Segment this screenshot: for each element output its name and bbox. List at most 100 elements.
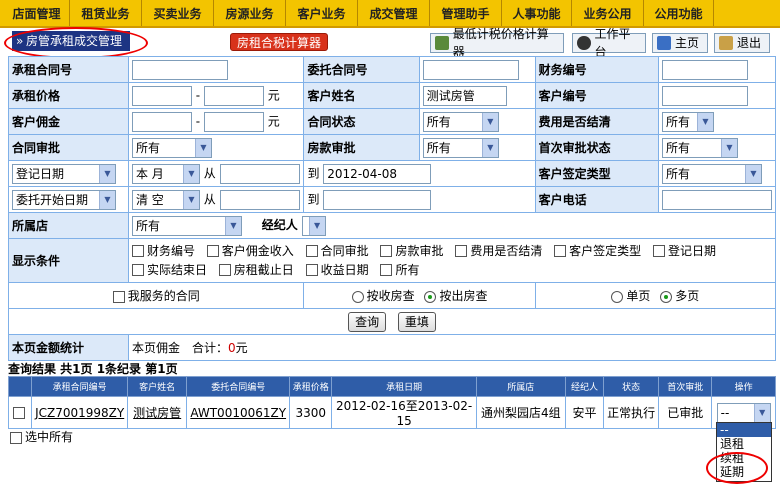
checkbox-all[interactable]: 所有 (380, 261, 419, 280)
workbench-button[interactable]: 工作平台 (572, 27, 646, 59)
entrust-date-type-select[interactable]: 委托开始日期 ▼ (12, 189, 116, 210)
query-button[interactable]: 查询 (348, 311, 387, 332)
customer-name-label: 客户姓名 (303, 82, 420, 109)
price-dash: - (195, 88, 201, 102)
select-all-option[interactable]: 选中所有 (10, 428, 73, 445)
col-store: 所属店 (475, 376, 566, 397)
entrust-date-to-input[interactable] (323, 189, 432, 210)
home-button[interactable]: 主页 (652, 33, 708, 53)
my-contracts-option[interactable]: 我服务的合同 (7, 282, 305, 309)
customer-name-input[interactable]: 测试房管 (422, 85, 507, 106)
commission-unit: 元 (267, 114, 280, 128)
checkbox-contract-review[interactable]: 合同审批 (305, 242, 369, 261)
chevron-down-icon: ▼ (481, 138, 498, 157)
price-unit: 元 (267, 88, 280, 102)
nav-item-lease[interactable]: 租赁业务 (70, 0, 142, 26)
checkbox-register-date[interactable]: 登记日期 (653, 242, 716, 261)
nav-item-hr[interactable]: 人事功能 (502, 0, 572, 26)
payment-review-label: 房款审批 (303, 134, 420, 161)
col-operation: 操作 (711, 376, 776, 397)
lease-price-max-input[interactable] (203, 85, 264, 106)
nav-item-common-business[interactable]: 业务公用 (572, 0, 644, 26)
first-review-status-select[interactable]: 所有 ▼ (661, 137, 738, 158)
entrust-from-label: 从 (203, 192, 216, 206)
reset-button[interactable]: 重填 (397, 311, 436, 332)
lease-contract-no-input[interactable] (131, 59, 228, 80)
chevron-down-icon: ▼ (99, 164, 115, 183)
fee-settled-select[interactable]: 所有 ▼ (661, 111, 714, 132)
highlight-oval-extend (706, 452, 768, 484)
entrust-no-link[interactable]: AWT0010061ZY (190, 406, 286, 420)
contract-review-label: 合同审批 (8, 134, 129, 161)
results-table: 承租合同编号 客户姓名 委托合同编号 承租价格 承租日期 所属店 经纪人 状态 … (7, 376, 776, 429)
customer-phone-input[interactable] (661, 189, 772, 210)
chevron-down-icon: ▼ (182, 190, 199, 209)
chevron-down-icon: ▼ (99, 190, 115, 209)
commission-max-input[interactable] (203, 111, 264, 132)
date-from-input[interactable] (219, 163, 300, 184)
row-checkbox[interactable] (12, 407, 25, 419)
checkbox-finance-no[interactable]: 财务编号 (131, 242, 195, 261)
date-to-input[interactable]: 2012-04-08 (323, 163, 432, 184)
lease-no-link[interactable]: JCZ7001998ZY (35, 406, 124, 420)
nav-item-assistant[interactable]: 管理助手 (430, 0, 502, 26)
checkbox-income-date[interactable]: 收益日期 (305, 261, 369, 280)
option-terminate[interactable]: 退租 (717, 437, 771, 451)
nav-item-customer[interactable]: 客户业务 (286, 0, 358, 26)
finance-no-input[interactable] (661, 59, 748, 80)
entrust-date-from-input[interactable] (219, 189, 300, 210)
checkbox-sign-type[interactable]: 客户签定类型 (554, 242, 641, 261)
date-type-select[interactable]: 登记日期 ▼ (12, 163, 116, 184)
col-dates: 承租日期 (331, 376, 477, 397)
tax-calculator-button[interactable]: 房租合税计算器 (230, 33, 329, 51)
contract-review-select[interactable]: 所有 ▼ (131, 137, 212, 158)
page-total-label: 本页金额统计 (8, 334, 129, 361)
nav-item-store[interactable]: 店面管理 (0, 0, 70, 26)
radio-by-out[interactable]: 按出房查 (424, 289, 487, 303)
chevron-down-icon: ▼ (182, 164, 199, 183)
period-select[interactable]: 本 月 ▼ (131, 163, 200, 184)
nav-item-property[interactable]: 房源业务 (214, 0, 286, 26)
col-lease-no: 承租合同编号 (31, 376, 128, 397)
chevron-down-icon: ▼ (224, 216, 241, 235)
agent-label: 经纪人 (261, 218, 298, 232)
store-select[interactable]: 所有 ▼ (131, 215, 242, 236)
radio-by-receive[interactable]: 按收房查 (351, 289, 415, 303)
nav-item-deal[interactable]: 成交管理 (358, 0, 430, 26)
agent-select[interactable]: ▼ (301, 215, 326, 236)
checkbox-commission-income[interactable]: 客户佣金收入 (206, 242, 294, 261)
radio-single-page[interactable]: 单页 (611, 289, 650, 303)
search-form: 承租合同号 委托合同号 财务编号 承租价格 - 元 客户姓名 测试房管 客户编号… (7, 56, 777, 361)
operation-select[interactable]: -- ▼ (716, 402, 771, 423)
customer-no-label: 客户编号 (534, 82, 659, 109)
lease-contract-no-label: 承租合同号 (8, 56, 129, 83)
chevron-down-icon: ▼ (744, 164, 761, 183)
logout-button[interactable]: 退出 (714, 33, 770, 53)
finance-no-label: 财务编号 (534, 56, 659, 83)
checkbox-fee-settled[interactable]: 费用是否结清 (455, 242, 542, 261)
min-tax-calculator-button[interactable]: 最低计税价格计算器 (430, 27, 564, 59)
nav-item-sale[interactable]: 买卖业务 (142, 0, 214, 26)
checkbox-rent-deadline[interactable]: 房租截止日 (218, 261, 294, 280)
payment-review-select[interactable]: 所有 ▼ (422, 137, 499, 158)
customer-sign-type-select[interactable]: 所有 ▼ (661, 163, 762, 184)
commission-min-input[interactable] (131, 111, 192, 132)
entrust-period-select[interactable]: 清 空 ▼ (131, 189, 200, 210)
checkbox-actual-end[interactable]: 实际结束日 (131, 261, 207, 280)
checkbox-payment-review[interactable]: 房款审批 (380, 242, 443, 261)
col-status: 状态 (603, 376, 660, 397)
contract-status-select[interactable]: 所有 ▼ (422, 111, 499, 132)
chevron-down-icon: ▼ (753, 403, 770, 422)
customer-sign-type-label: 客户签定类型 (534, 160, 659, 187)
option-none[interactable]: -- (717, 423, 771, 437)
calculator-icon (435, 36, 449, 50)
highlight-oval (4, 27, 148, 59)
lease-price-min-input[interactable] (131, 85, 192, 106)
entrust-contract-no-input[interactable] (422, 59, 519, 80)
nav-item-common-functions[interactable]: 公用功能 (644, 0, 714, 26)
customer-link[interactable]: 测试房管 (133, 406, 181, 420)
chevron-down-icon: ▼ (696, 112, 713, 131)
col-agent: 经纪人 (564, 376, 605, 397)
customer-no-input[interactable] (661, 85, 748, 106)
radio-multi-page[interactable]: 多页 (660, 289, 699, 303)
